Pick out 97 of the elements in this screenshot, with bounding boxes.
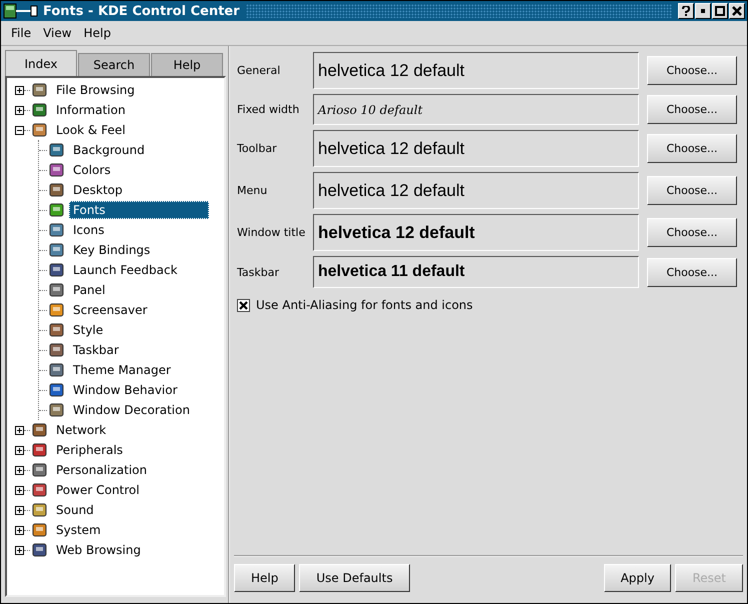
expander-icon[interactable]	[15, 466, 24, 474]
tile-icon	[49, 162, 65, 178]
tree-item[interactable]: Look & Feel	[52, 121, 130, 139]
tree-item[interactable]: Window Decoration	[69, 401, 194, 419]
tile-icon	[49, 242, 65, 258]
minimize-button[interactable]	[695, 3, 711, 19]
help-button[interactable]	[678, 3, 694, 19]
tab[interactable]: Search	[78, 53, 150, 76]
tab[interactable]: Index	[5, 50, 77, 76]
expander-icon[interactable]	[15, 106, 24, 114]
tile-icon	[32, 422, 48, 438]
tile-icon	[32, 502, 48, 518]
minimize-icon	[698, 6, 708, 16]
checkbox[interactable]	[237, 298, 250, 312]
close-button[interactable]	[729, 3, 745, 19]
font-preview: helvetica 12 default	[313, 52, 639, 89]
tile-icon	[49, 142, 65, 158]
tile-icon	[32, 522, 48, 538]
tile-icon	[32, 482, 48, 498]
font-label: Fixed width	[237, 103, 300, 116]
tile-icon	[49, 222, 65, 238]
tree-item[interactable]: File Browsing	[52, 81, 139, 99]
help-button[interactable]: Help	[234, 564, 296, 592]
tree-item[interactable]: Style	[69, 321, 108, 339]
tree-item[interactable]: System	[52, 521, 105, 539]
font-preview: helvetica 12 default	[313, 172, 639, 209]
tile-icon	[49, 282, 65, 298]
tile-icon	[49, 262, 65, 278]
font-label: Window title	[237, 226, 305, 239]
expander-icon[interactable]	[15, 546, 24, 554]
tile-icon	[32, 102, 48, 118]
choose-button[interactable]: Choose...	[647, 134, 737, 163]
tree-item[interactable]: Panel	[69, 281, 110, 299]
tile-icon	[32, 542, 48, 558]
tree-item[interactable]: Background	[69, 141, 149, 159]
font-preview: Arioso 10 default	[313, 94, 639, 125]
font-preview: helvetica 12 default	[313, 130, 639, 167]
tile-icon	[49, 362, 65, 378]
expander-icon[interactable]	[15, 526, 24, 534]
tree-item[interactable]: Fonts	[69, 201, 209, 219]
choose-button[interactable]: Choose...	[647, 218, 737, 247]
tree-item[interactable]: Information	[52, 101, 130, 119]
tree-item[interactable]: Launch Feedback	[69, 261, 182, 279]
font-preview: helvetica 12 default	[313, 214, 639, 251]
tree-item[interactable]: Network	[52, 421, 110, 439]
maximize-icon	[715, 6, 725, 16]
tile-icon	[49, 342, 65, 358]
tile-icon	[49, 302, 65, 318]
maximize-button[interactable]	[712, 3, 728, 19]
tile-icon	[49, 182, 65, 198]
font-label: General	[237, 64, 282, 77]
expander-icon[interactable]	[15, 446, 24, 454]
tile-icon	[32, 462, 48, 478]
defaults-button[interactable]: Use Defaults	[299, 564, 410, 592]
menu-item[interactable]: View	[37, 26, 78, 40]
tree-item[interactable]: Sound	[52, 501, 98, 519]
tile-icon	[32, 82, 48, 98]
check-icon	[239, 300, 248, 310]
apply-button[interactable]: Apply	[604, 564, 672, 592]
checkbox-label[interactable]: Use Anti-Aliasing for fonts and icons	[256, 298, 473, 312]
tree-item[interactable]: Web Browsing	[52, 541, 145, 559]
expander-icon[interactable]	[15, 126, 24, 134]
tree-item[interactable]: Peripherals	[52, 441, 127, 459]
expander-icon[interactable]	[15, 86, 24, 94]
tile-icon	[32, 122, 48, 138]
tree-item[interactable]: Taskbar	[69, 341, 123, 359]
tree-item[interactable]: Screensaver	[69, 301, 152, 319]
font-label: Taskbar	[237, 266, 280, 278]
choose-button[interactable]: Choose...	[647, 176, 737, 205]
tile-icon	[49, 382, 65, 398]
choose-button[interactable]: Choose...	[647, 258, 737, 286]
font-label: Menu	[237, 184, 268, 197]
font-preview: helvetica 11 default	[313, 256, 639, 288]
tree-item[interactable]: Colors	[69, 161, 115, 179]
expander-icon[interactable]	[15, 506, 24, 514]
tree-item[interactable]: Power Control	[52, 481, 144, 499]
tree-item[interactable]: Desktop	[69, 181, 126, 199]
expander-icon[interactable]	[15, 486, 24, 494]
tree-item[interactable]: Icons	[69, 221, 108, 239]
tree-item[interactable]: Key Bindings	[69, 241, 154, 259]
tile-icon	[49, 402, 65, 418]
font-label: Toolbar	[237, 142, 278, 155]
tile-icon	[32, 442, 48, 458]
choose-button[interactable]: Choose...	[647, 95, 737, 124]
tree-item[interactable]: Personalization	[52, 461, 151, 479]
choose-button[interactable]: Choose...	[647, 56, 737, 85]
tab[interactable]: Help	[151, 53, 223, 76]
close-icon	[732, 6, 742, 16]
menu-item[interactable]: File	[5, 26, 38, 40]
menu-item[interactable]: Help	[78, 26, 117, 40]
question-icon	[681, 6, 691, 16]
window-title: Fonts - KDE Control Center	[43, 4, 240, 18]
tree-item[interactable]: Window Behavior	[69, 381, 182, 399]
tile-icon	[49, 322, 65, 338]
tile-icon	[49, 202, 65, 218]
tree-item[interactable]: Theme Manager	[69, 361, 175, 379]
expander-icon[interactable]	[15, 426, 24, 434]
